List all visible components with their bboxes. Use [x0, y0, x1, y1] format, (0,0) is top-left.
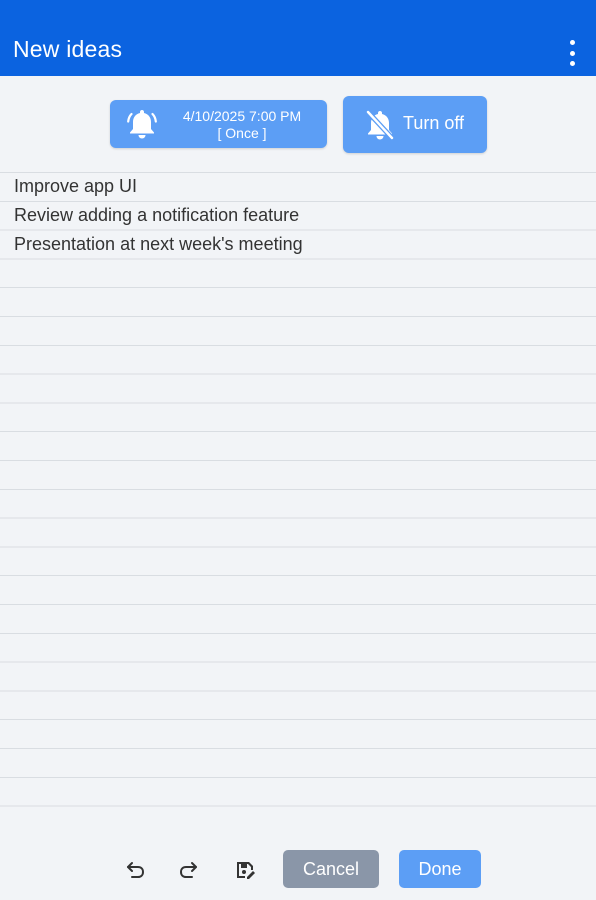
more-vert-icon[interactable] [562, 40, 582, 66]
note-editor[interactable]: Improve app UI Review adding a notificat… [0, 172, 596, 834]
app-bar: New ideas [0, 0, 596, 76]
bottom-toolbar: Cancel Done [0, 834, 596, 900]
done-button[interactable]: Done [399, 850, 481, 888]
note-line[interactable]: Review adding a notification feature [14, 205, 299, 226]
undo-icon[interactable] [124, 859, 146, 881]
menu-dot [569, 50, 575, 56]
reminder-datetime: 4/10/2025 7:00 PM [182, 108, 302, 124]
note-line[interactable]: Presentation at next week's meeting [14, 234, 303, 255]
save-edit-icon[interactable] [234, 859, 256, 881]
cancel-button[interactable]: Cancel [283, 850, 379, 888]
reminder-button[interactable]: 4/10/2025 7:00 PM [ Once ] [110, 100, 327, 148]
page-title: New ideas [13, 36, 123, 62]
redo-icon[interactable] [178, 859, 200, 881]
reminder-repeat: [ Once ] [217, 125, 267, 141]
bell-off-icon [365, 109, 395, 141]
menu-dot [569, 40, 575, 45]
bell-icon [127, 110, 157, 139]
note-line[interactable]: Improve app UI [14, 176, 137, 197]
turn-off-label: Turn off [403, 113, 465, 133]
turn-off-button[interactable]: Turn off [343, 96, 487, 153]
menu-dot [569, 61, 575, 66]
